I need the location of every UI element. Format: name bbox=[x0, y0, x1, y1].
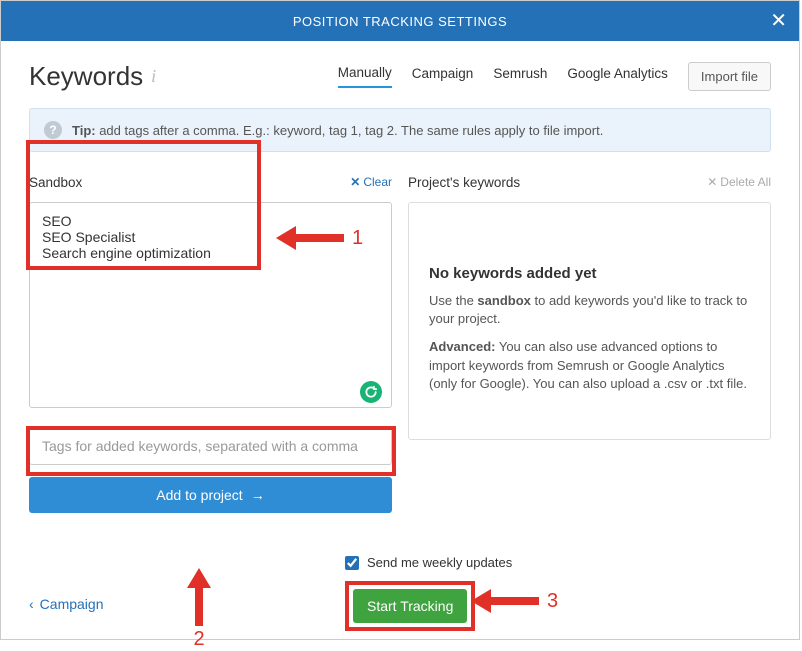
x-icon: ✕ bbox=[707, 175, 717, 189]
delete-all-link[interactable]: ✕Delete All bbox=[707, 175, 771, 189]
start-tracking-button[interactable]: Start Tracking bbox=[353, 589, 467, 623]
info-icon[interactable]: i bbox=[151, 66, 156, 87]
title-text: POSITION TRACKING SETTINGS bbox=[293, 14, 507, 29]
back-campaign-link[interactable]: ‹ Campaign bbox=[29, 596, 104, 612]
tab-campaign[interactable]: Campaign bbox=[412, 66, 474, 87]
page-title: Keywords i bbox=[29, 61, 156, 92]
help-icon: ? bbox=[44, 121, 62, 139]
empty-p1: Use the sandbox to add keywords you'd li… bbox=[429, 292, 750, 328]
add-to-project-button[interactable]: Add to project → bbox=[29, 477, 392, 513]
import-file-button[interactable]: Import file bbox=[688, 62, 771, 91]
grammarly-icon[interactable] bbox=[360, 381, 382, 403]
tip-text: Tip: add tags after a comma. E.g.: keywo… bbox=[72, 123, 603, 138]
weekly-label: Send me weekly updates bbox=[367, 555, 512, 570]
tab-manually[interactable]: Manually bbox=[338, 65, 392, 88]
tip-bar: ? Tip: add tags after a comma. E.g.: key… bbox=[29, 108, 771, 152]
close-icon[interactable]: ✕ bbox=[770, 11, 787, 31]
add-label: Add to project bbox=[156, 487, 242, 503]
arrow-right-icon: → bbox=[251, 487, 265, 503]
empty-heading: No keywords added yet bbox=[429, 265, 750, 282]
chevron-left-icon: ‹ bbox=[29, 596, 34, 612]
title-bar: POSITION TRACKING SETTINGS ✕ bbox=[1, 1, 799, 41]
empty-p2: Advanced: You can also use advanced opti… bbox=[429, 338, 750, 393]
weekly-checkbox-input[interactable] bbox=[345, 556, 359, 570]
page-title-text: Keywords bbox=[29, 61, 143, 92]
x-icon: ✕ bbox=[350, 175, 360, 189]
annotation-arrow-2: 2 bbox=[189, 566, 209, 651]
annotation-arrow-3: 3 bbox=[471, 589, 558, 613]
annotation-arrow-1: 1 bbox=[276, 226, 363, 250]
sandbox-title: Sandbox bbox=[29, 175, 82, 190]
weekly-updates-checkbox[interactable]: Send me weekly updates bbox=[345, 555, 512, 570]
clear-link[interactable]: ✕Clear bbox=[350, 175, 392, 189]
tab-google-analytics[interactable]: Google Analytics bbox=[567, 66, 668, 87]
tab-semrush[interactable]: Semrush bbox=[493, 66, 547, 87]
project-keywords-title: Project's keywords bbox=[408, 175, 520, 190]
source-tabs: Manually Campaign Semrush Google Analyti… bbox=[338, 62, 771, 91]
annotation-box-3: Start Tracking bbox=[345, 581, 475, 631]
tags-input[interactable] bbox=[29, 427, 392, 465]
project-keywords-empty: No keywords added yet Use the sandbox to… bbox=[408, 202, 771, 440]
